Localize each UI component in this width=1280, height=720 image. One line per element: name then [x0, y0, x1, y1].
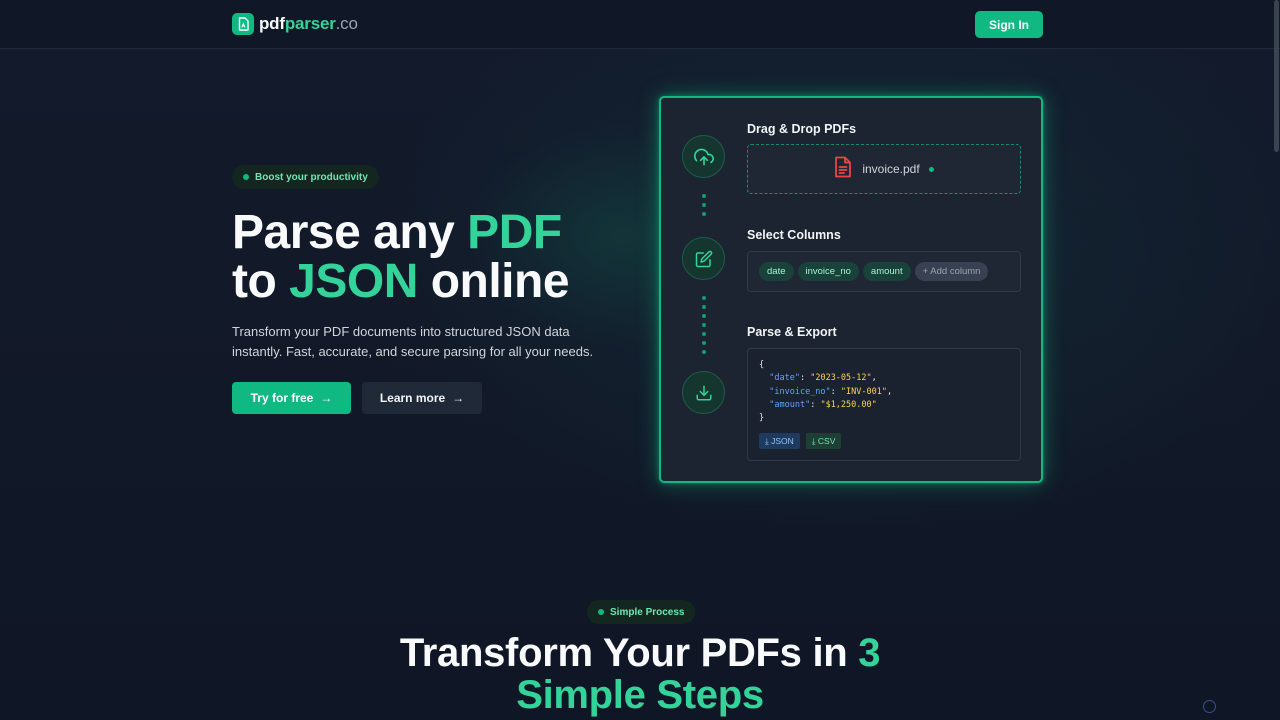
- simple-process-badge: Simple Process: [587, 600, 696, 624]
- download-icon: [682, 371, 725, 414]
- top-navbar: pdfparser.co Sign In: [0, 0, 1280, 49]
- export-json-button[interactable]: ⤓ JSON: [759, 433, 800, 450]
- arrow-right-icon: →: [320, 391, 333, 405]
- badge-dot: [598, 609, 604, 615]
- step-connector: [702, 296, 706, 359]
- file-pdf-icon: [232, 13, 254, 35]
- file-status-dot: [928, 166, 934, 172]
- learn-more-label: Learn more: [379, 391, 446, 405]
- file-name: invoice.pdf: [862, 162, 920, 176]
- document-icon: [834, 156, 852, 183]
- section-title: Transform Your PDFs in 3 Simple Steps: [399, 631, 881, 717]
- logo[interactable]: pdfparser.co: [232, 13, 358, 35]
- step2-title: Select Columns: [747, 228, 841, 242]
- step1-title: Drag & Drop PDFs: [747, 122, 857, 136]
- json-code: { "date": "2023-05-12", "invoice_no": "I…: [759, 360, 893, 424]
- column-selector: date invoice_no amount + Add column: [747, 251, 1021, 292]
- hero-title: Parse any PDF to JSON online: [232, 206, 570, 308]
- export-buttons: ⤓ JSON ⤓ CSV: [759, 433, 1009, 450]
- badge-text: Simple Process: [610, 606, 685, 618]
- help-widget-icon[interactable]: [1203, 700, 1216, 713]
- learn-more-button[interactable]: Learn more →: [362, 382, 482, 414]
- upload-cloud-icon: [682, 135, 725, 178]
- arrow-right-icon: →: [452, 391, 465, 405]
- scrollbar-thumb[interactable]: [1274, 0, 1279, 152]
- step-connector: [702, 194, 706, 221]
- sign-in-button[interactable]: Sign In: [975, 11, 1043, 38]
- try-for-free-label: Try for free: [250, 391, 314, 405]
- badge-text: Boost your productivity: [255, 171, 368, 183]
- page-scrollbar[interactable]: [1272, 0, 1280, 720]
- try-for-free-button[interactable]: Try for free →: [232, 382, 351, 414]
- workflow-card: Drag & Drop PDFs invoice.pdf Select Colu…: [659, 96, 1043, 483]
- edit-icon: [682, 237, 725, 280]
- column-chip-date[interactable]: date: [759, 262, 794, 281]
- export-csv-button[interactable]: ⤓ CSV: [805, 433, 842, 450]
- add-column-button[interactable]: + Add column: [914, 262, 989, 281]
- badge-dot: [243, 174, 249, 180]
- column-chip-amount[interactable]: amount: [862, 262, 911, 281]
- json-preview: { "date": "2023-05-12", "invoice_no": "I…: [747, 348, 1021, 461]
- productivity-badge: Boost your productivity: [232, 165, 379, 189]
- pdf-dropzone[interactable]: invoice.pdf: [747, 144, 1021, 194]
- logo-text: pdfparser.co: [259, 14, 358, 33]
- hero-description: Transform your PDF documents into struct…: [232, 324, 594, 359]
- step3-title: Parse & Export: [747, 325, 837, 339]
- column-chip-invoice-no[interactable]: invoice_no: [797, 262, 859, 281]
